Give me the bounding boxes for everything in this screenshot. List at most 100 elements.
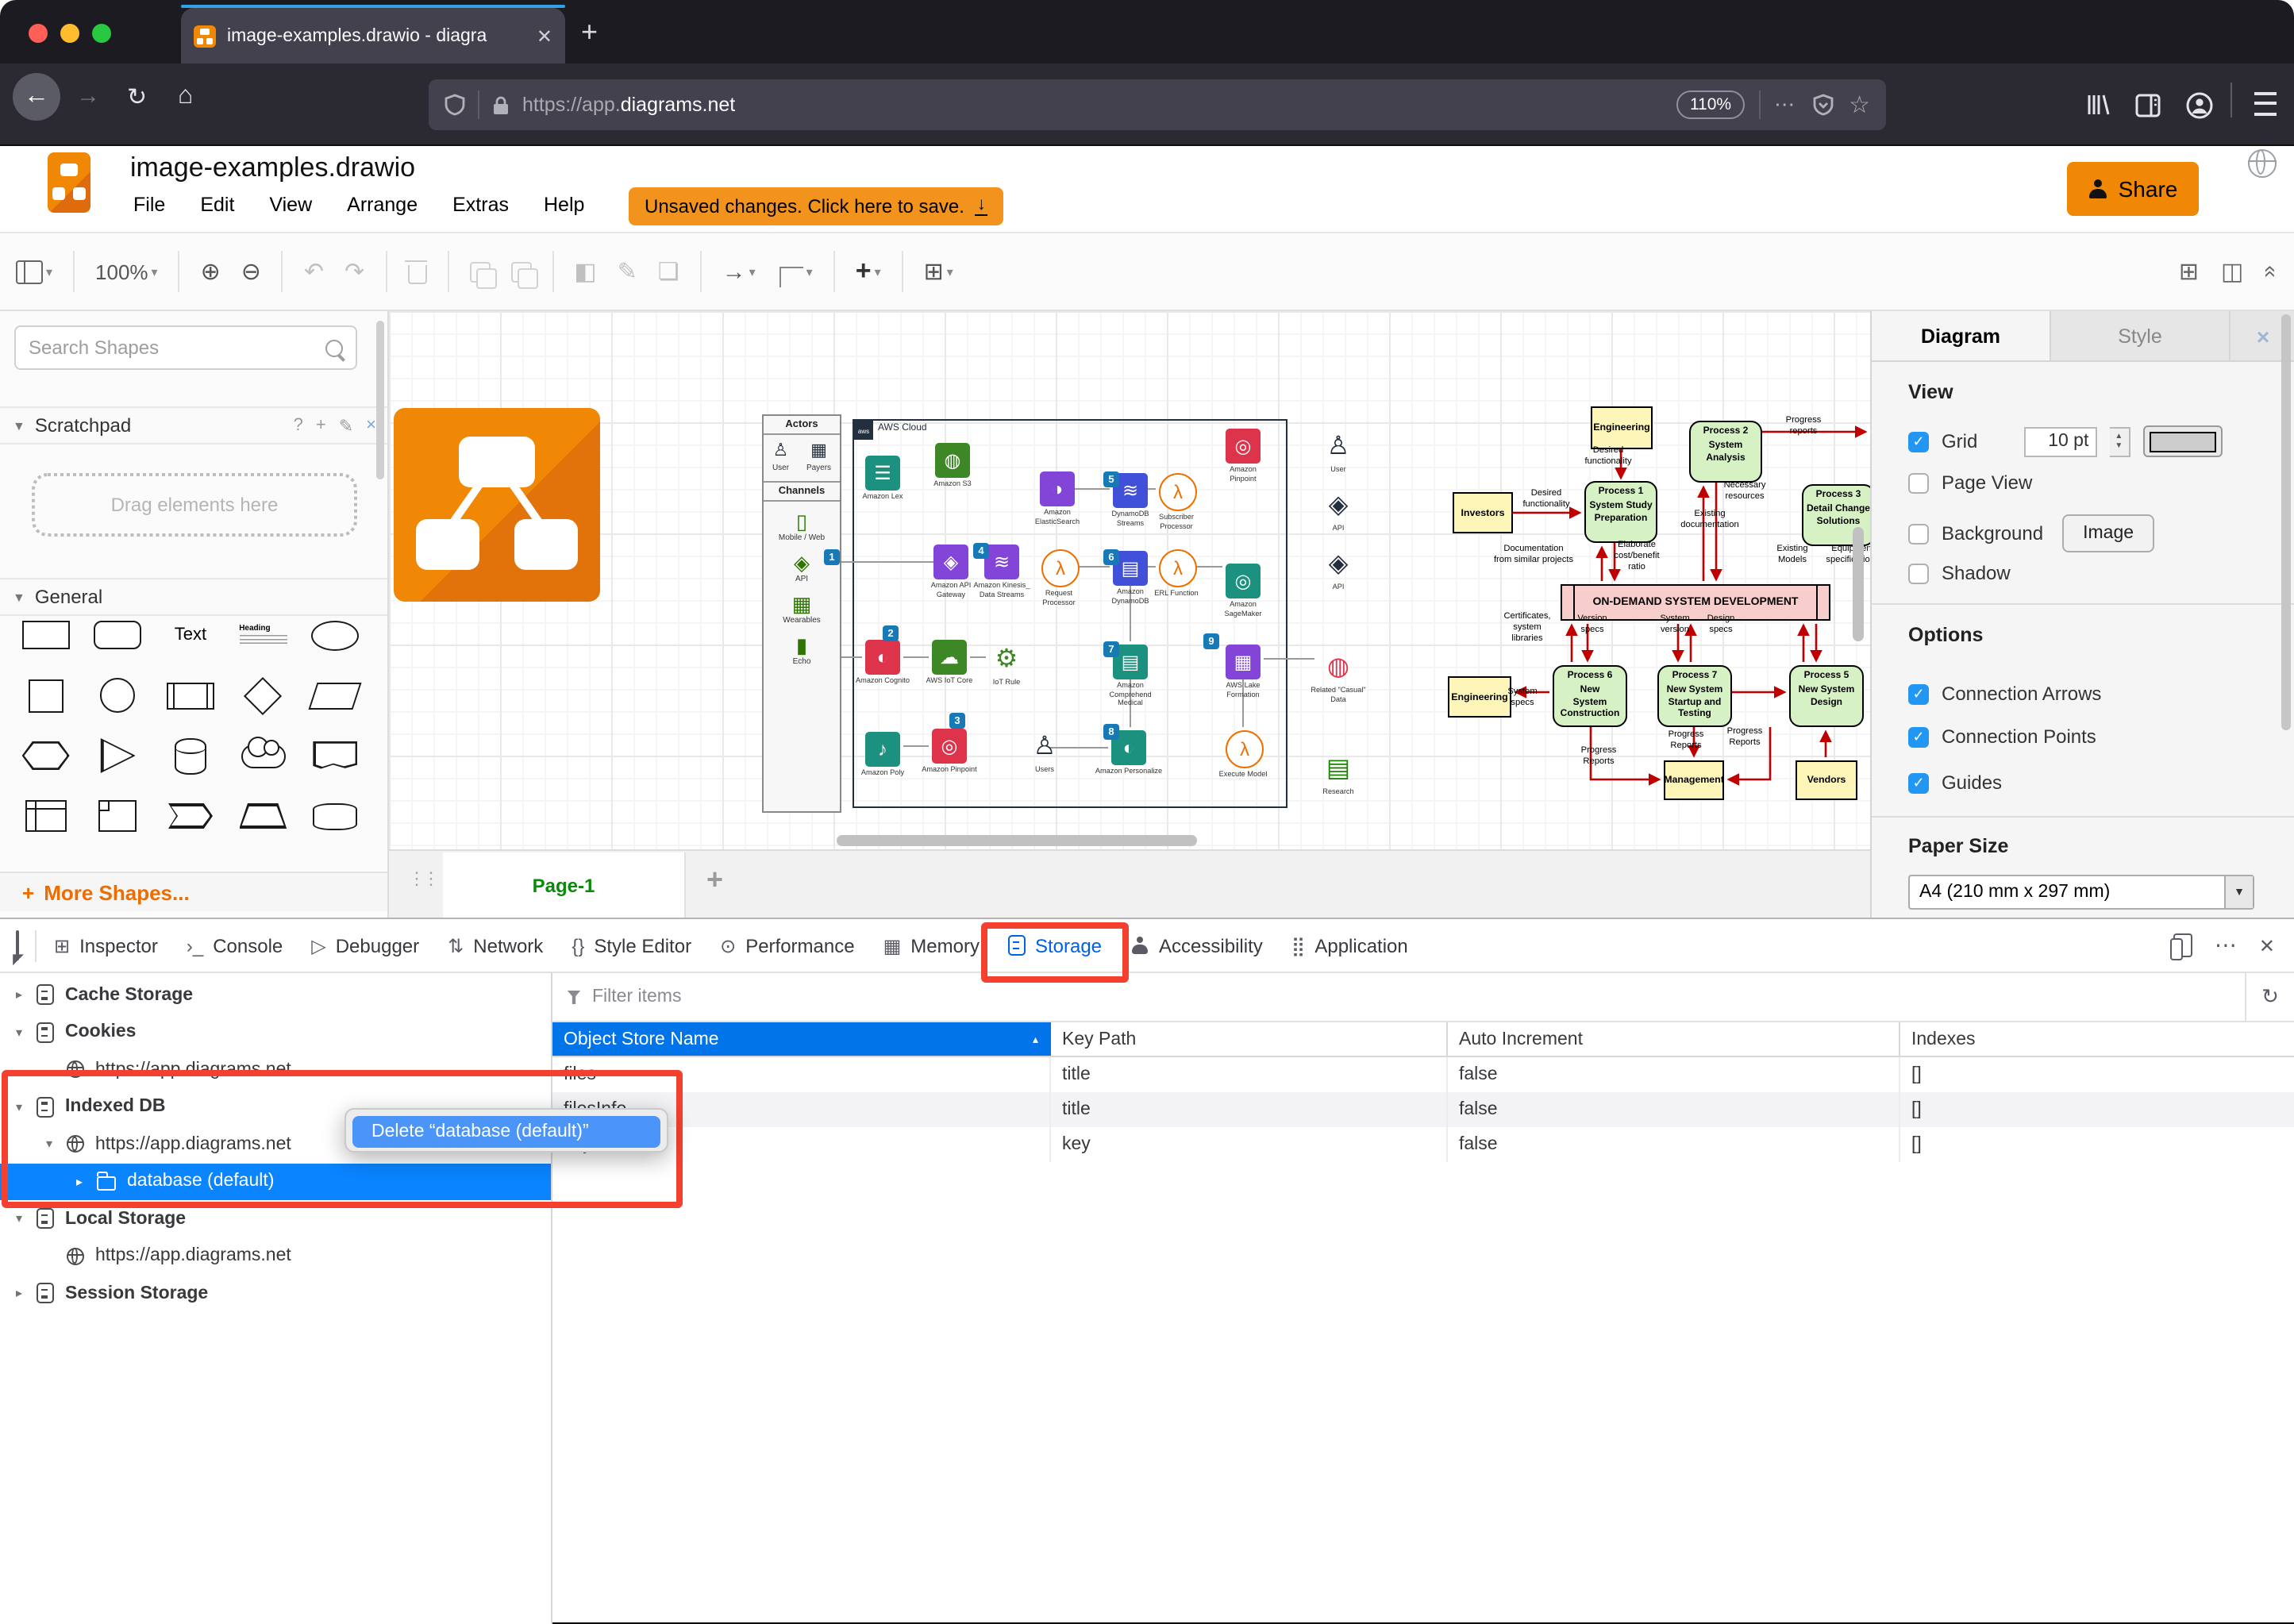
step-badge[interactable]: 3 <box>949 713 965 729</box>
flow-process[interactable]: Process 7 New System Startup and Testing <box>1657 665 1732 727</box>
shape-triangle[interactable] <box>82 737 154 775</box>
context-menu-delete-item[interactable]: Delete “database (default)” <box>352 1115 660 1147</box>
shape-cube[interactable] <box>82 797 154 835</box>
background-image-button[interactable]: Image <box>2062 514 2155 552</box>
devtools-tab[interactable]: ⇅ Network <box>433 919 557 972</box>
shape-diamond[interactable] <box>227 675 299 715</box>
aws-node[interactable]: ▤ Research <box>1321 751 1376 796</box>
aws-node[interactable]: ♙ User <box>1321 429 1376 474</box>
scratchpad-dropzone[interactable]: Drag elements here <box>32 473 357 537</box>
home-button[interactable]: ⌂ <box>178 83 193 111</box>
grid-size-stepper[interactable]: ▲ ▼ <box>2109 426 2130 456</box>
zoom-in-button[interactable]: ⊕ <box>201 257 221 286</box>
minimize-window-button[interactable] <box>60 24 79 43</box>
zoom-out-button[interactable]: ⊖ <box>241 257 261 286</box>
more-shapes-button[interactable]: + More Shapes... <box>0 872 387 911</box>
close-icon[interactable]: × <box>366 415 376 436</box>
devtools-tab[interactable]: Storage <box>980 919 1130 983</box>
grid-checkbox[interactable]: ✓ <box>1908 431 1929 452</box>
disclosure-arrow-icon[interactable]: ▸ <box>13 988 25 1002</box>
pages-menu-icon[interactable]: ⋮⋮ <box>408 868 440 889</box>
pocket-icon[interactable] <box>1812 94 1833 116</box>
close-window-button[interactable] <box>29 24 48 43</box>
step-badge[interactable]: 7 <box>1103 641 1119 657</box>
menu-item[interactable]: File <box>133 194 165 225</box>
shadow-checkbox[interactable] <box>1908 563 1929 583</box>
shape-process[interactable] <box>154 676 226 714</box>
aws-node[interactable]: ◈ API <box>1321 487 1376 533</box>
aws-node[interactable]: ♙ Users <box>1027 729 1083 774</box>
actor-item[interactable]: ▦ Payers <box>806 441 831 473</box>
page-actions-icon[interactable]: ⋯ <box>1774 92 1796 117</box>
flow-external-entity[interactable]: Management <box>1664 760 1724 800</box>
responsive-design-icon[interactable] <box>2169 933 2192 960</box>
aws-node[interactable]: ◍ Amazon S3 <box>933 443 991 488</box>
aws-node[interactable]: ◍ Related "Casual" Data <box>1311 649 1376 704</box>
canvas-vertical-scrollbar[interactable] <box>1853 527 1864 641</box>
reload-button[interactable]: ↻ <box>127 83 147 111</box>
aws-node[interactable]: ◎ Amazon Pinpoint <box>1226 429 1281 483</box>
sidebar-scrollbar[interactable] <box>376 321 384 479</box>
flow-process[interactable]: Process 2 System Analysis <box>1689 421 1762 483</box>
devtools-tab[interactable]: ▷ Debugger <box>297 919 433 972</box>
traffic-lights[interactable] <box>29 22 124 51</box>
devtools-tab[interactable]: ⣿ Application <box>1277 919 1422 972</box>
view-button[interactable]: ▾ <box>16 260 52 283</box>
aws-node[interactable]: ◐ Amazon Personalize <box>1095 730 1167 775</box>
column-indexes[interactable]: Indexes <box>1900 1022 2294 1056</box>
unsaved-changes-banner[interactable]: Unsaved changes. Click here to save. ↓ <box>629 187 1003 225</box>
devtools-tab[interactable]: ⊙ Performance <box>706 919 869 972</box>
add-icon[interactable]: + <box>316 415 326 436</box>
actor-item[interactable]: ♙ User <box>772 441 789 473</box>
aws-node[interactable]: ⚙ IoT Rule <box>989 641 1045 687</box>
line-color-button[interactable]: ✎ <box>618 257 637 286</box>
storage-tree-item[interactable]: ▸ Session Storage <box>0 1275 551 1312</box>
diagram-canvas[interactable]: Actors ♙ User ▦ Payers Channels ▯ Mobile / W… <box>389 311 1870 849</box>
aws-node[interactable]: ▤ Amazon Comprehend Medical <box>1109 645 1168 708</box>
drawio-logo-shape[interactable] <box>394 408 600 602</box>
flow-process[interactable]: Process 1 System Study Preparation <box>1584 481 1657 543</box>
add-page-button[interactable]: + <box>706 864 723 897</box>
edit-pencil-icon[interactable]: ✎ <box>339 415 353 436</box>
aws-node[interactable]: λ Request Processor <box>1041 549 1097 607</box>
tab-style[interactable]: Style <box>2050 311 2229 362</box>
disclosure-arrow-icon[interactable]: ▾ <box>13 1212 25 1226</box>
shape-rounded-rectangle[interactable] <box>82 616 154 654</box>
step-badge[interactable]: 8 <box>1103 724 1119 740</box>
flow-external-entity[interactable]: Investors <box>1453 492 1513 533</box>
column-object-store-name[interactable]: Object Store Name ▴ <box>552 1022 1051 1056</box>
aws-node[interactable]: λ Execute Model <box>1219 730 1281 779</box>
devtools-tab[interactable]: {} Style Editor <box>557 919 706 972</box>
search-icon[interactable] <box>325 339 343 356</box>
to-back-button[interactable] <box>510 261 538 288</box>
menu-hamburger-icon[interactable] <box>2254 92 2277 116</box>
devtools-tab[interactable]: ⊞ Inspector <box>40 919 172 972</box>
shape-parallelogram[interactable] <box>299 676 371 714</box>
menu-item[interactable]: Arrange <box>347 194 418 225</box>
connection-points-checkbox[interactable]: ✓ <box>1908 726 1929 747</box>
devtools-options-icon[interactable]: ⋯ <box>2215 932 2237 959</box>
menu-item[interactable]: Extras <box>452 194 509 225</box>
devtools-tab[interactable]: Accessibility <box>1116 919 1277 972</box>
shadow-button[interactable]: ❏ <box>658 257 679 286</box>
page-view-checkbox[interactable] <box>1908 472 1929 493</box>
zoom-level-badge[interactable]: 110% <box>1676 90 1745 119</box>
grid-size-input[interactable]: 10 pt <box>2023 426 2097 456</box>
shape-cloud[interactable] <box>227 736 299 775</box>
search-shapes-box[interactable]: Search Shapes <box>14 325 357 370</box>
shape-circle[interactable] <box>82 676 154 714</box>
grid-color-button[interactable] <box>2142 425 2223 457</box>
step-badge[interactable]: 4 <box>973 543 989 559</box>
flow-process[interactable]: Process 6 New System Construction <box>1553 665 1627 727</box>
storage-tree-item[interactable]: https://app.diagrams.net <box>0 1237 551 1275</box>
disclosure-arrow-icon[interactable]: ▾ <box>13 1026 25 1040</box>
paper-size-select[interactable]: A4 (210 mm x 297 mm) ▼ <box>1908 875 2254 910</box>
table-row[interactable]: objects key false [] <box>552 1127 2294 1162</box>
fullscreen-icon[interactable]: ⊞ <box>2179 257 2199 286</box>
format-panel-toggle-icon[interactable]: ◫ <box>2221 257 2243 286</box>
browser-tab[interactable]: image-examples.drawio - diagra ✕ <box>181 8 565 63</box>
menu-item[interactable]: View <box>269 194 312 225</box>
url-text[interactable]: https://app.diagrams.net <box>522 94 735 116</box>
forward-button[interactable]: → <box>76 83 100 110</box>
tab-diagram[interactable]: Diagram <box>1872 311 2050 360</box>
